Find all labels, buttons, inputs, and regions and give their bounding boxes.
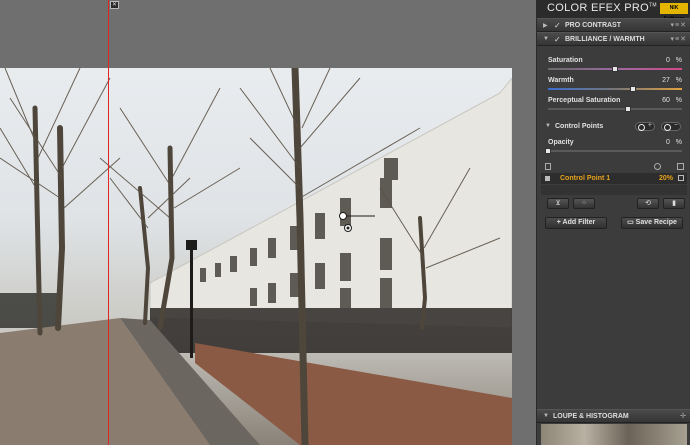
perceptual-saturation-track[interactable] bbox=[548, 108, 682, 110]
mask-icon[interactable] bbox=[677, 163, 684, 170]
opacity-value: 0 % bbox=[666, 139, 682, 146]
loupe-histogram-bar[interactable]: ▼ LOUPE & HISTOGRAM ✢ bbox=[537, 409, 690, 423]
duplicate-button[interactable]: ⊻ bbox=[547, 198, 569, 209]
warmth-track[interactable] bbox=[548, 88, 682, 90]
image-canvas[interactable]: ✕ bbox=[0, 0, 536, 445]
reset-button[interactable]: ⟲ bbox=[637, 198, 659, 209]
app-title: COLOR EFEX PROTM 4 bbox=[547, 2, 666, 14]
plus-icon: + bbox=[556, 219, 561, 226]
expand-arrow-icon[interactable]: ▶ bbox=[543, 22, 548, 29]
app-window: ✕ COLOR EFEX PROTM 4 NIK Software ▶ ✓ PR… bbox=[0, 0, 690, 445]
remove-control-point-button[interactable]: − bbox=[661, 122, 681, 131]
perceptual-saturation-knob[interactable] bbox=[625, 106, 632, 112]
nik-logo: NIK Software bbox=[660, 3, 688, 22]
collapse-arrow-icon[interactable]: ▼ bbox=[543, 36, 549, 42]
filter-controls-icon[interactable]: ▾≡✕ bbox=[671, 21, 687, 29]
loupe-preview bbox=[541, 424, 687, 445]
street-photo bbox=[0, 68, 512, 445]
opacity-slider-row: Opacity 0 % bbox=[537, 137, 690, 161]
control-point-list-header bbox=[541, 162, 687, 172]
check-icon[interactable]: ✓ bbox=[554, 21, 561, 30]
perceptual-saturation-slider-row: Perceptual Saturation 60 % bbox=[537, 95, 690, 119]
control-point-list-empty-row bbox=[541, 185, 687, 195]
vertical-guide-line[interactable] bbox=[108, 0, 109, 445]
brand-header: COLOR EFEX PROTM 4 NIK Software bbox=[537, 0, 690, 22]
filter-pro-contrast[interactable]: ▶ ✓ PRO CONTRAST ▾≡✕ bbox=[537, 18, 690, 32]
visibility-checkbox[interactable] bbox=[545, 176, 550, 181]
recipe-icon: ▭ bbox=[627, 219, 634, 226]
photo-preview[interactable] bbox=[0, 68, 512, 445]
add-filter-button[interactable]: + Add Filter bbox=[545, 217, 607, 229]
filter-controls-icon[interactable]: ▾≡✕ bbox=[671, 35, 687, 43]
saturation-value: 0 % bbox=[666, 57, 682, 64]
warmth-knob[interactable] bbox=[630, 86, 637, 92]
delete-button[interactable]: ▮ bbox=[663, 198, 685, 209]
guide-handle-icon[interactable]: ✕ bbox=[110, 1, 119, 9]
check-icon[interactable]: ✓ bbox=[554, 35, 561, 44]
expand-arrow-icon[interactable]: ▼ bbox=[543, 413, 549, 419]
group-button[interactable]: ⁘ bbox=[573, 198, 595, 209]
circle-icon[interactable] bbox=[654, 163, 661, 170]
control-points-header: ▼ Control Points + − bbox=[537, 120, 690, 134]
saturation-knob[interactable] bbox=[612, 66, 618, 72]
filter-panel: COLOR EFEX PROTM 4 NIK Software ▶ ✓ PRO … bbox=[536, 0, 690, 445]
loupe-toggle-icon[interactable]: ✢ bbox=[680, 412, 686, 420]
add-control-point-button[interactable]: + bbox=[635, 122, 655, 131]
opacity-track[interactable] bbox=[548, 150, 682, 152]
mask-toggle[interactable] bbox=[678, 175, 684, 181]
collapse-arrow-icon[interactable]: ▼ bbox=[545, 123, 551, 129]
visibility-icon[interactable] bbox=[545, 163, 551, 170]
warmth-value: 27 % bbox=[662, 77, 682, 84]
perceptual-saturation-value: 60 % bbox=[662, 97, 682, 104]
control-point-row[interactable]: Control Point 1 20% bbox=[541, 173, 687, 184]
save-recipe-button[interactable]: ▭ Save Recipe bbox=[621, 217, 683, 229]
opacity-knob[interactable] bbox=[545, 148, 551, 154]
filter-brilliance-warmth[interactable]: ▼ ✓ BRILLIANCE / WARMTH ▾≡✕ bbox=[537, 32, 690, 46]
